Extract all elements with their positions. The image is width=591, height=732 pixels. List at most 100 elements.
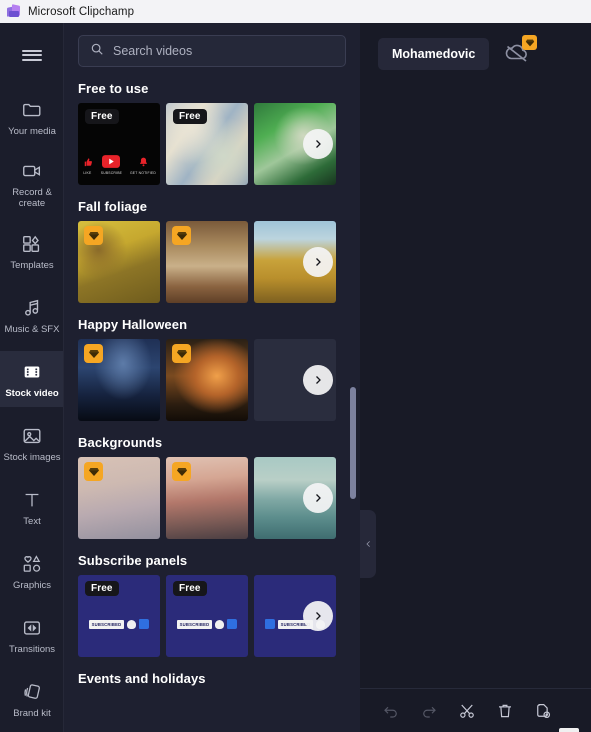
- section-title: Happy Halloween: [78, 317, 188, 332]
- diamond-premium-icon: [172, 226, 191, 245]
- section-events-and-holidays: Events and holidays: [78, 671, 346, 686]
- free-badge: Free: [173, 581, 207, 596]
- chevron-right-icon[interactable]: [303, 129, 333, 159]
- sidebar-item-record-create[interactable]: Record & create: [0, 153, 63, 215]
- scrollbar-track[interactable]: [350, 67, 358, 732]
- sidebar-item-label: Your media: [8, 125, 56, 137]
- sidebar-item-label: Record & create: [12, 187, 52, 209]
- film-strip-icon: [20, 360, 44, 384]
- like-caption: LIKE: [83, 171, 92, 175]
- sidebar-item-music-sfx[interactable]: Music & SFX: [0, 287, 63, 343]
- subscribed-pill: SUBSCRIBED: [88, 619, 125, 629]
- cloud-sync-status[interactable]: [503, 35, 538, 68]
- sidebar-item-text[interactable]: Text: [0, 479, 63, 535]
- search-input[interactable]: [113, 44, 334, 58]
- panel-collapse-handle[interactable]: [360, 510, 376, 578]
- rail-item-list: Your media Record & create Templates Mus…: [0, 89, 63, 727]
- duplicate-button[interactable]: [530, 698, 556, 724]
- hamburger-menu-icon[interactable]: [0, 31, 63, 79]
- library-scroll-area[interactable]: Free to use Free LIKE SUBSCRIBE GET NOTI…: [64, 67, 360, 732]
- section-title: Events and holidays: [78, 671, 206, 686]
- video-card[interactable]: Free: [166, 103, 248, 185]
- card-row: Free SUBSCRIBED Free SUBSCRIBED SUBSCRIB…: [78, 575, 346, 657]
- thumbs-up-icon: [227, 619, 238, 629]
- video-card[interactable]: [166, 339, 248, 421]
- bell-icon: [215, 619, 225, 629]
- editor-toolbar: [360, 688, 591, 732]
- card-row: [78, 339, 346, 421]
- sidebar-item-stock-video[interactable]: Stock video: [0, 351, 63, 407]
- section-backgrounds: Backgrounds: [78, 435, 346, 539]
- text-t-icon: [20, 488, 44, 512]
- thumbs-up-icon: [264, 619, 275, 629]
- section-happy-halloween: Happy Halloween: [78, 317, 346, 421]
- sidebar-item-templates[interactable]: Templates: [0, 223, 63, 279]
- section-free-to-use: Free to use Free LIKE SUBSCRIBE GET NOTI…: [78, 81, 346, 185]
- undo-button[interactable]: [378, 698, 404, 724]
- user-account-button[interactable]: Mohamedovic: [378, 38, 490, 70]
- video-card[interactable]: [78, 339, 160, 421]
- sidebar-item-label: Stock images: [3, 451, 61, 463]
- left-navigation-rail: Your media Record & create Templates Mus…: [0, 23, 64, 732]
- diamond-premium-icon: [84, 462, 103, 481]
- sidebar-item-label: Stock video: [5, 387, 59, 399]
- search-icon: [90, 42, 104, 61]
- sidebar-item-label: Brand kit: [13, 707, 51, 719]
- section-fall-foliage: Fall foliage: [78, 199, 346, 303]
- video-card[interactable]: Free SUBSCRIBED: [166, 575, 248, 657]
- sidebar-item-stock-images[interactable]: Stock images: [0, 415, 63, 471]
- free-badge: Free: [85, 109, 119, 124]
- subscribed-pill: SUBSCRIBED: [176, 619, 213, 629]
- window-title: Microsoft Clipchamp: [28, 5, 135, 18]
- split-button[interactable]: [454, 698, 480, 724]
- video-card[interactable]: [166, 221, 248, 303]
- chevron-right-icon[interactable]: [303, 365, 333, 395]
- sidebar-item-label: Text: [23, 515, 41, 527]
- thumbs-up-icon: [139, 619, 150, 629]
- brand-kit-icon: [20, 680, 44, 704]
- chevron-right-icon[interactable]: [303, 483, 333, 513]
- free-badge: Free: [85, 581, 119, 596]
- bell-icon: [127, 619, 137, 629]
- photo-icon: [20, 424, 44, 448]
- delete-button[interactable]: [492, 698, 518, 724]
- sidebar-item-label: Templates: [10, 259, 54, 271]
- like-thumb: LIKE: [82, 157, 93, 175]
- video-card[interactable]: [166, 457, 248, 539]
- video-card[interactable]: [78, 457, 160, 539]
- section-subscribe-panels: Subscribe panels Free SUBSCRIBED Free SU…: [78, 553, 346, 657]
- video-camera-icon: [20, 159, 44, 183]
- sidebar-item-label: Graphics: [12, 579, 51, 591]
- scrollbar-thumb[interactable]: [350, 387, 356, 499]
- card-row: Free LIKE SUBSCRIBE GET NOTIFIED Free: [78, 103, 346, 185]
- section-title: Backgrounds: [78, 435, 163, 450]
- search-container: [64, 23, 360, 67]
- video-card[interactable]: Free LIKE SUBSCRIBE GET NOTIFIED: [78, 103, 160, 185]
- sidebar-item-your-media[interactable]: Your media: [0, 89, 63, 145]
- video-card[interactable]: Free SUBSCRIBED: [78, 575, 160, 657]
- subscribe-thumb: SUBSCRIBE: [101, 155, 122, 175]
- diamond-premium-icon: [172, 344, 191, 363]
- redo-button[interactable]: [416, 698, 442, 724]
- notify-bell-thumb: GET NOTIFIED: [130, 156, 156, 175]
- clipchamp-app-window: Microsoft Clipchamp Your media Record & …: [0, 0, 591, 732]
- free-badge: Free: [173, 109, 207, 124]
- video-card[interactable]: [78, 221, 160, 303]
- sidebar-item-graphics[interactable]: Graphics: [0, 543, 63, 599]
- chevron-right-icon[interactable]: [303, 601, 333, 631]
- chevron-right-icon[interactable]: [303, 247, 333, 277]
- card-row: [78, 457, 346, 539]
- title-bar: Microsoft Clipchamp: [0, 0, 591, 23]
- section-title: Subscribe panels: [78, 553, 188, 568]
- sidebar-item-brand-kit[interactable]: Brand kit: [0, 671, 63, 727]
- music-note-icon: [20, 296, 44, 320]
- stock-video-library-panel: Free to use Free LIKE SUBSCRIBE: [64, 23, 360, 732]
- sidebar-item-transitions[interactable]: Transitions: [0, 607, 63, 663]
- sidebar-item-label: Music & SFX: [4, 323, 60, 335]
- workspace-panel: Mohamedovic: [360, 23, 591, 732]
- diamond-premium-icon: [522, 35, 538, 50]
- diamond-premium-icon: [172, 462, 191, 481]
- timeline-nub: [559, 728, 579, 732]
- templates-grid-icon: [20, 232, 44, 256]
- search-box[interactable]: [78, 35, 346, 67]
